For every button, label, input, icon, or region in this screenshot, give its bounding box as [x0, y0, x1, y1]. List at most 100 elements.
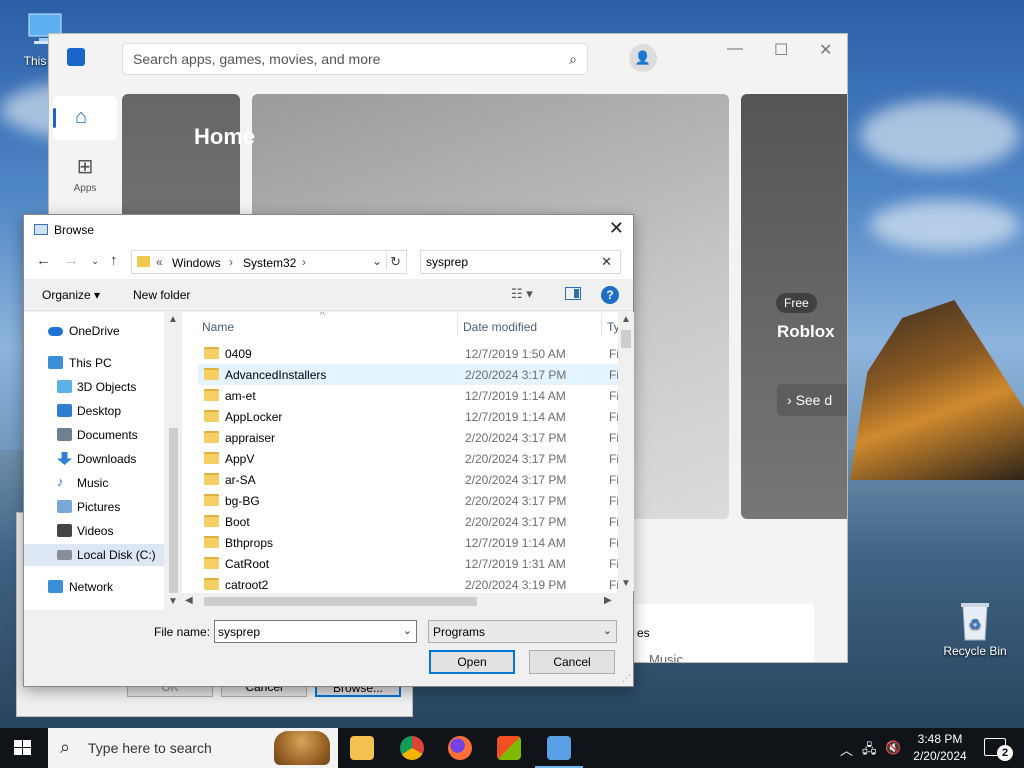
close-icon[interactable]: ✕ [609, 218, 624, 239]
file-row[interactable]: 0409 12/7/2019 1:50 AM Fi [198, 343, 618, 364]
music-card[interactable]: es Music [609, 604, 814, 662]
file-row[interactable]: catroot2 2/20/2024 3:19 PM Fi [198, 574, 618, 595]
chevron-up-icon[interactable]: ︿ [840, 740, 853, 759]
file-row[interactable]: Bthprops 12/7/2019 1:14 AM Fi [198, 532, 618, 553]
documents-icon [57, 428, 72, 441]
file-row[interactable]: appraiser 2/20/2024 3:17 PM Fi [198, 427, 618, 448]
tree-item-documents[interactable]: Documents [24, 424, 164, 446]
file-name-field[interactable]: sysprep ⌄ [214, 620, 417, 643]
search-icon[interactable]: ⌕ [569, 51, 577, 68]
chevron-down-icon[interactable]: ⌄ [372, 254, 382, 268]
column-header-type[interactable]: Ty [607, 320, 618, 334]
network-icon[interactable]: 🖧 [862, 740, 877, 762]
account-avatar-icon[interactable]: 👤 [629, 44, 657, 72]
scroll-right-icon[interactable]: ▶ [604, 595, 612, 606]
column-header-name[interactable]: Name [202, 320, 234, 334]
file-type: Fi [609, 347, 618, 361]
file-row[interactable]: AppV 2/20/2024 3:17 PM Fi [198, 448, 618, 469]
scroll-down-icon[interactable]: ▼ [168, 596, 178, 607]
file-row[interactable]: am-et 12/7/2019 1:14 AM Fi [198, 385, 618, 406]
cloud-icon [48, 327, 63, 336]
close-icon[interactable]: ✕ [819, 40, 832, 60]
column-divider[interactable] [457, 314, 458, 336]
cancel-button[interactable]: Cancel [529, 650, 615, 674]
column-header-date[interactable]: Date modified [463, 320, 537, 334]
clear-search-icon[interactable]: ✕ [601, 254, 612, 270]
minimize-icon[interactable]: — [727, 40, 743, 58]
open-button[interactable]: Open [429, 650, 515, 674]
tree-scroll-thumb[interactable] [169, 428, 178, 593]
tree-item-downloads[interactable]: Downloads [24, 448, 164, 470]
tree-item-desktop[interactable]: Desktop [24, 400, 164, 422]
nav-apps-button[interactable]: ⊞ Apps [61, 154, 109, 194]
refresh-icon[interactable]: ↻ [386, 254, 401, 270]
tree-item-network[interactable]: Network [24, 576, 164, 598]
search-input[interactable]: sysprep ✕ [420, 250, 621, 274]
search-highlight-muffin-icon[interactable] [274, 731, 330, 765]
resize-grip-icon[interactable]: ⋰ [622, 673, 631, 684]
tree-item-local-disk[interactable]: Local Disk (C:) [24, 544, 164, 566]
file-name: AdvancedInstallers [225, 368, 327, 382]
recycle-bin-desktop-icon[interactable]: ♻ Recycle Bin [940, 600, 1010, 658]
scroll-down-icon[interactable]: ▼ [621, 578, 631, 589]
chrome-icon[interactable] [400, 736, 424, 760]
tree-item-pictures[interactable]: Pictures [24, 496, 164, 518]
file-row[interactable]: AdvancedInstallers 2/20/2024 3:17 PM Fi [198, 364, 618, 385]
file-row[interactable]: Boot 2/20/2024 3:17 PM Fi [198, 511, 618, 532]
address-bar[interactable]: « Windows › System32 › ⌄ ↻ [131, 250, 407, 274]
tree-scrollbar[interactable]: ▲ ▼ [165, 312, 182, 610]
tree-item-3d-objects[interactable]: 3D Objects [24, 376, 164, 398]
tree-item-this-pc[interactable]: This PC [24, 352, 164, 374]
file-row[interactable]: CatRoot 12/7/2019 1:31 AM Fi [198, 553, 618, 574]
notifications-icon[interactable]: 2 [984, 738, 1013, 761]
help-icon[interactable]: ? [601, 286, 619, 304]
volume-icon[interactable]: 🔇 [885, 740, 901, 756]
back-arrow-icon[interactable]: ← [36, 252, 51, 269]
scroll-left-icon[interactable]: ◀ [185, 595, 193, 606]
scroll-up-icon[interactable]: ▲ [168, 314, 178, 325]
vertical-scroll-thumb[interactable] [621, 330, 631, 348]
clock[interactable]: 3:48 PM 2/20/2024 [910, 731, 970, 765]
recent-chevron-icon[interactable]: ⌄ [91, 256, 99, 267]
windows-start-icon[interactable] [14, 740, 32, 756]
up-arrow-icon[interactable]: ↑ [110, 252, 118, 269]
microsoft-store-icon[interactable] [497, 736, 521, 760]
clock-date: 2/20/2024 [913, 749, 967, 763]
forward-arrow-icon[interactable]: → [64, 252, 79, 269]
apps-icon: ⊞ [76, 156, 94, 178]
breadcrumb-system32[interactable]: System32 [243, 256, 296, 270]
store-search-input[interactable]: Search apps, games, movies, and more ⌕ [122, 43, 588, 75]
browse-dialog-taskbar-icon[interactable] [535, 736, 583, 768]
tree-item-label: Desktop [77, 404, 122, 418]
file-list-horizontal-scrollbar[interactable]: ◀ ▶ [182, 593, 618, 610]
maximize-icon[interactable]: ☐ [774, 40, 788, 60]
tree-item-videos[interactable]: Videos [24, 520, 164, 542]
scroll-up-icon[interactable]: ▲ [621, 314, 631, 325]
file-row[interactable]: ar-SA 2/20/2024 3:17 PM Fi [198, 469, 618, 490]
home-icon: ⌂ [75, 106, 88, 128]
breadcrumb-overflow[interactable]: « [156, 255, 163, 269]
column-divider[interactable] [601, 314, 602, 336]
nav-home-button[interactable]: ⌂ [53, 96, 117, 140]
tree-item-onedrive[interactable]: OneDrive [24, 320, 164, 342]
tree-item-music[interactable]: ♪ Music [24, 472, 164, 494]
file-list-vertical-scrollbar[interactable]: ▲ ▼ [618, 312, 634, 591]
file-row[interactable]: bg-BG 2/20/2024 3:17 PM Fi [198, 490, 618, 511]
chevron-right-icon[interactable]: › [302, 255, 306, 269]
chevron-down-icon[interactable]: ⌄ [403, 624, 412, 637]
taskbar-search-box[interactable]: ⌕ Type here to search [48, 728, 338, 768]
view-options-icon[interactable]: ☷ ▾ [511, 286, 533, 302]
preview-pane-icon[interactable] [565, 287, 581, 300]
breadcrumb-windows[interactable]: Windows [172, 256, 221, 270]
file-list: ^ Name Date modified Ty 0409 12/7/2019 1:… [182, 312, 618, 599]
file-type-select[interactable]: Programs ⌄ [428, 620, 617, 643]
see-details-button[interactable]: › See d [777, 384, 847, 416]
featured-app-title: Roblox [777, 322, 835, 341]
organize-button[interactable]: Organize ▾ [42, 288, 100, 302]
new-folder-button[interactable]: New folder [133, 288, 190, 302]
file-row[interactable]: AppLocker 12/7/2019 1:14 AM Fi [198, 406, 618, 427]
firefox-icon[interactable] [448, 736, 472, 760]
tree-item-label: This PC [69, 356, 112, 370]
horizontal-scroll-thumb[interactable] [204, 597, 477, 606]
file-explorer-icon[interactable] [350, 736, 374, 760]
